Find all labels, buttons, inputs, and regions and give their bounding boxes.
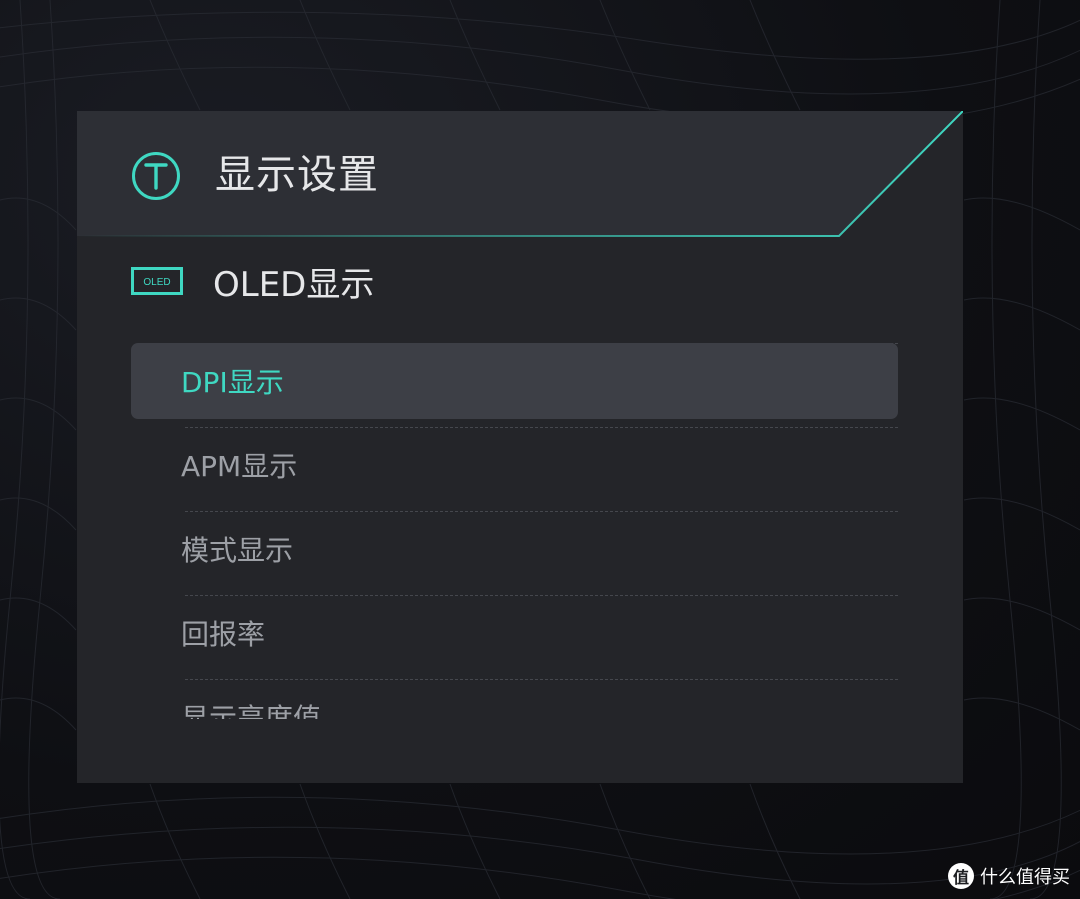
menu-item-label: APM显示 — [181, 450, 298, 483]
header-background — [77, 111, 963, 237]
page-title: 显示设置 — [215, 152, 379, 198]
menu-item-apm-display[interactable]: APM显示 — [131, 427, 898, 503]
menu-item-mode-display[interactable]: 模式显示 — [131, 511, 898, 587]
menu-item-brightness-display[interactable]: 显示亮度值 — [131, 679, 898, 719]
watermark: 值 什么值得买 — [948, 860, 1070, 892]
oled-icon-text: OLED — [143, 277, 170, 288]
watermark-logo-icon: 值 — [948, 863, 974, 889]
t-circle-icon — [132, 152, 180, 200]
oled-options-list: DPI显示 APM显示 模式显示 回报率 显示亮度值 — [131, 343, 898, 719]
oled-icon: OLED — [131, 267, 183, 295]
menu-item-polling-rate[interactable]: 回报率 — [131, 595, 898, 671]
menu-item-dpi-display[interactable]: DPI显示 — [131, 343, 898, 419]
oled-section-header: OLED OLED显示 — [131, 255, 374, 307]
section-title: OLED显示 — [213, 264, 375, 305]
display-settings-panel: 显示设置 OLED OLED显示 DPI显示 APM显示 模式显示 回报率 显示… — [77, 111, 963, 783]
menu-item-label: 回报率 — [181, 618, 266, 651]
menu-item-label: 显示亮度值 — [181, 702, 322, 719]
watermark-text: 什么值得买 — [980, 867, 1070, 888]
menu-item-label: DPI显示 — [181, 366, 284, 399]
menu-item-label: 模式显示 — [181, 534, 294, 567]
